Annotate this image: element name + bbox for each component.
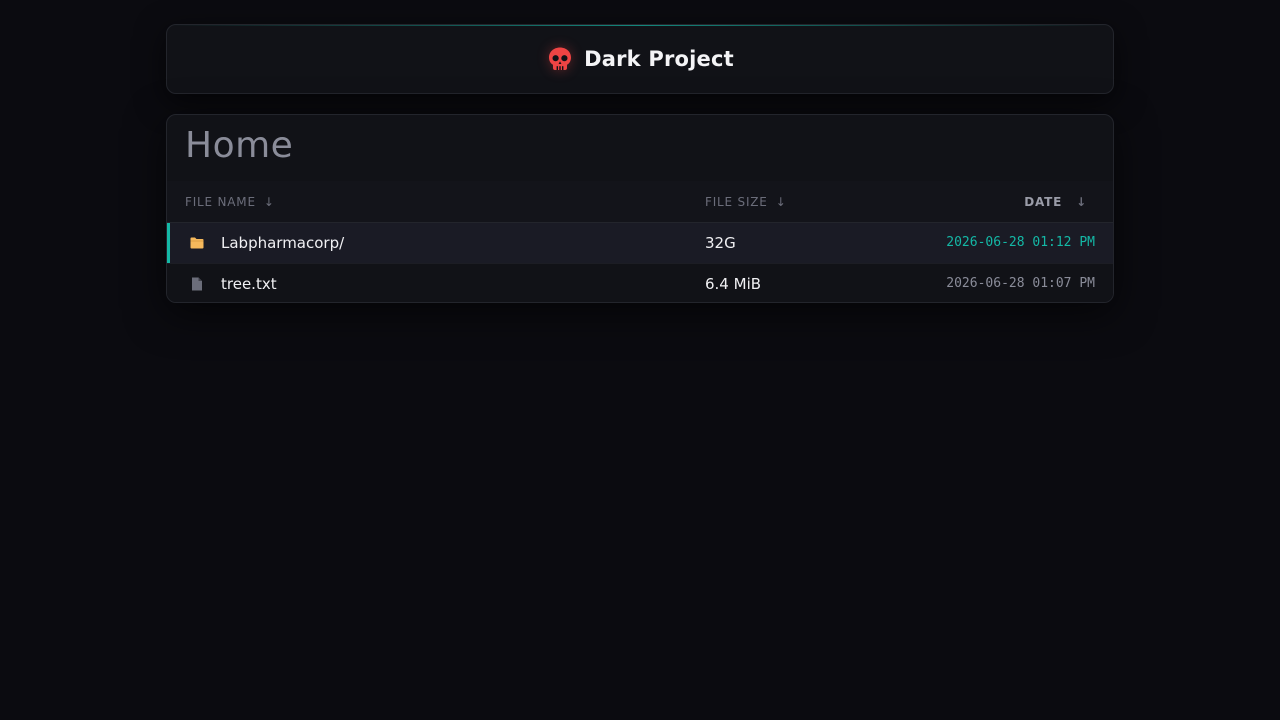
column-header-file-size[interactable]: FILE SIZE ↓ (705, 195, 787, 209)
app-title: Dark Project (584, 47, 734, 71)
brand[interactable]: Dark Project (546, 45, 734, 73)
file-date: 2026-06-28 01:12 PM (946, 235, 1095, 250)
file-name-link[interactable]: Labpharmacorp/ (221, 234, 344, 252)
column-header-file-name[interactable]: FILE NAME ↓ (185, 195, 275, 209)
file-icon (189, 276, 205, 292)
folder-icon (189, 235, 205, 251)
file-size: 6.4 MiB (705, 275, 762, 293)
table-row[interactable]: tree.txt 6.4 MiB 2026-06-28 01:07 PM (167, 263, 1113, 302)
arrow-down-icon: ↓ (1076, 195, 1087, 209)
column-label: DATE (1024, 195, 1063, 209)
skull-icon (546, 45, 574, 73)
arrow-down-icon: ↓ (775, 195, 787, 209)
file-date: 2026-06-28 01:07 PM (946, 276, 1095, 291)
column-header-date[interactable]: DATE ↓ (1024, 195, 1087, 209)
file-listing-card: Home FILE NAME ↓ FILE SIZE ↓ DATE ↓ Labp… (166, 114, 1114, 303)
column-label: FILE SIZE (705, 195, 768, 209)
file-size: 32G (705, 234, 736, 252)
header-card: Dark Project (166, 24, 1114, 94)
table-header: FILE NAME ↓ FILE SIZE ↓ DATE ↓ (167, 181, 1113, 223)
column-label: FILE NAME (185, 195, 256, 209)
page-title: Home (185, 125, 294, 166)
file-name-link[interactable]: tree.txt (221, 275, 277, 293)
table-row[interactable]: Labpharmacorp/ 32G 2026-06-28 01:12 PM (167, 223, 1113, 263)
arrow-down-icon: ↓ (263, 195, 275, 209)
